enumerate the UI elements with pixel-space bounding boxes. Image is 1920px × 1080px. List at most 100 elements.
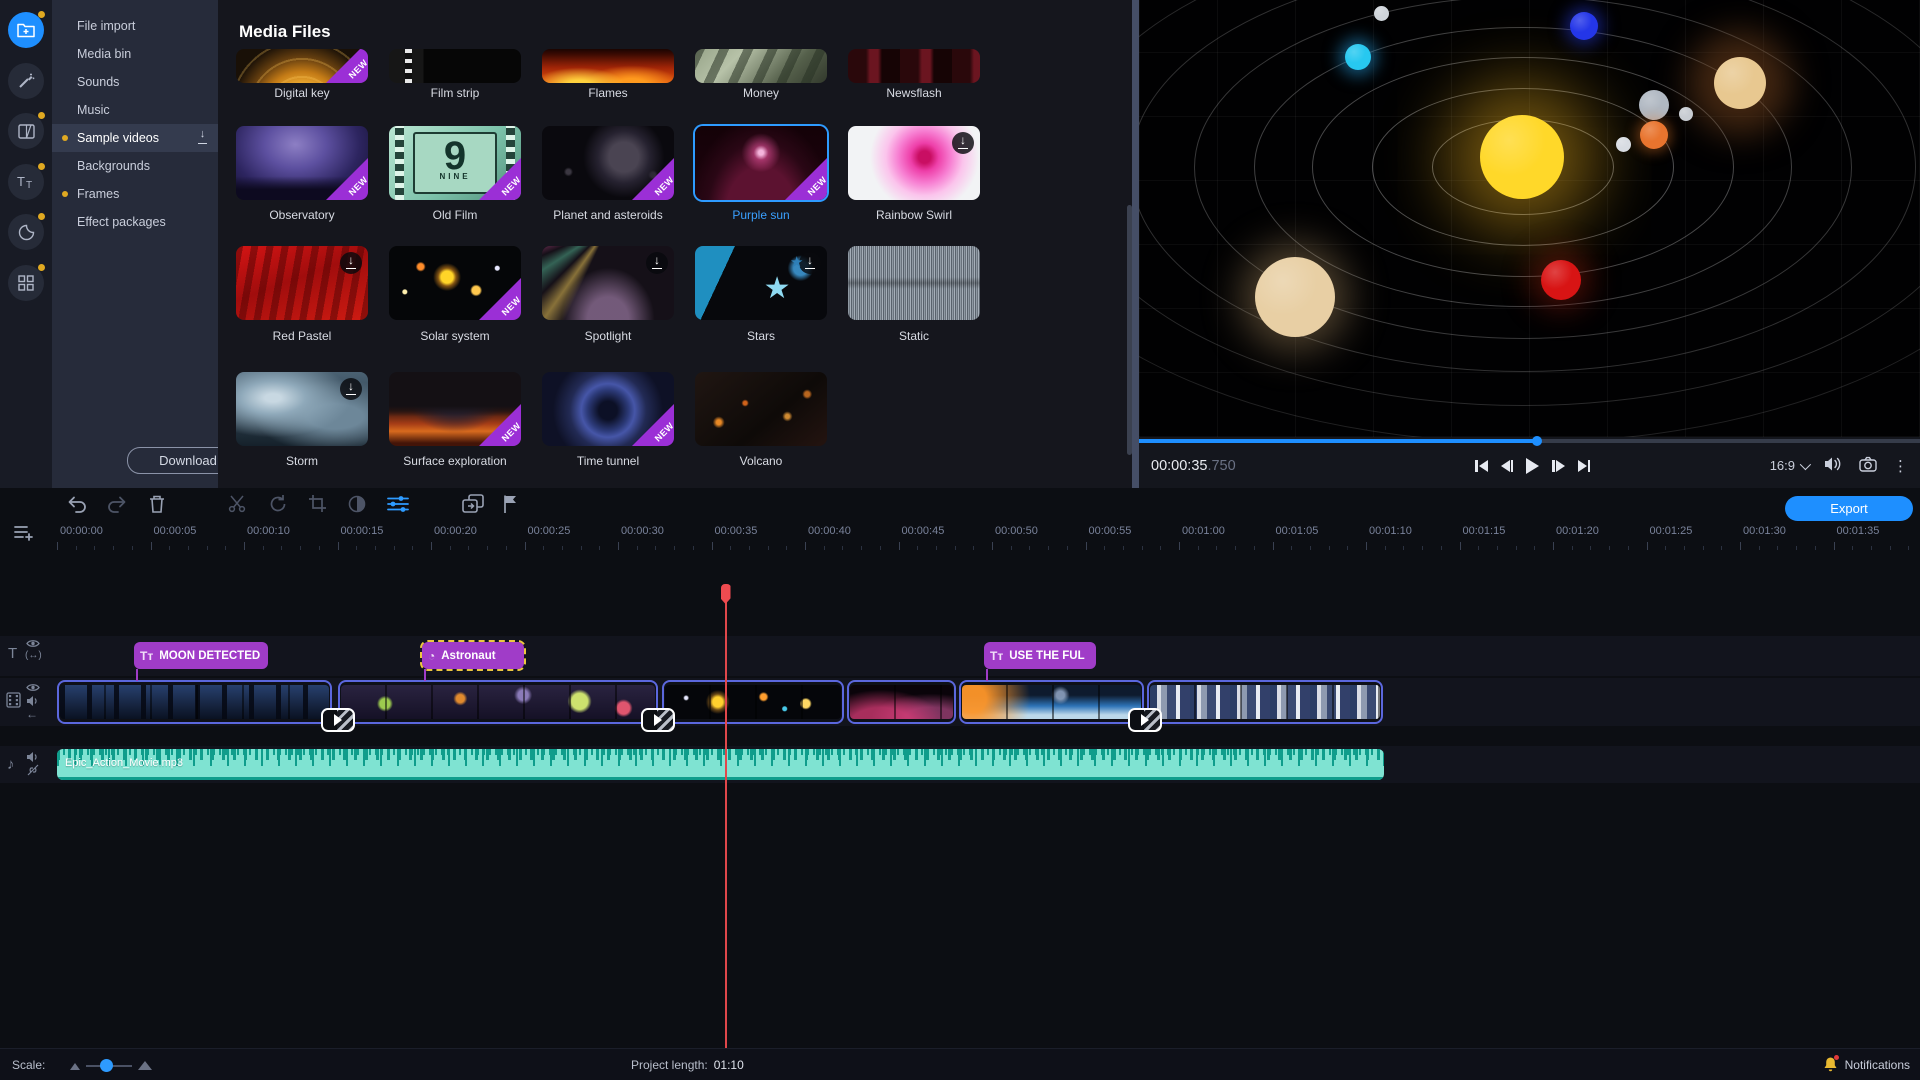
title-clip-astronaut[interactable]: ◔Astronaut	[422, 642, 524, 669]
media-thumbnail[interactable]	[695, 372, 827, 446]
sidebar-item-media-bin[interactable]: Media bin	[52, 40, 218, 68]
media-thumbnail[interactable]	[542, 49, 674, 83]
media-thumbnail[interactable]	[848, 49, 980, 83]
zoom-out-icon[interactable]	[70, 1063, 80, 1070]
video-track-visibility-eye-icon[interactable]	[26, 682, 40, 696]
media-thumbnail[interactable]: NEW	[542, 372, 674, 446]
crop-icon[interactable]	[308, 494, 327, 517]
ruler-label: 00:00:05	[154, 525, 197, 537]
ruler-major-tick	[1273, 542, 1274, 550]
sidebar-tool-titles-icon[interactable]: TT	[8, 164, 44, 200]
sidebar-tool-more-tools-icon[interactable]	[8, 265, 44, 301]
zoom-in-icon[interactable]	[138, 1061, 152, 1070]
title-clip-moon-detected[interactable]: TтMOON DETECTED	[134, 642, 268, 669]
rotate-icon[interactable]	[268, 494, 288, 517]
media-thumbnail[interactable]: NEW	[236, 49, 368, 83]
undo-icon[interactable]	[66, 494, 88, 517]
title-clip-use-the-ful[interactable]: TтUSE THE FUL	[984, 642, 1096, 669]
sidebar-item-backgrounds[interactable]: Backgrounds	[52, 152, 218, 180]
download-badge[interactable]: ↓	[340, 378, 362, 400]
ruler-label: 00:00:10	[247, 525, 290, 537]
preview-menu-icon[interactable]: ⋮	[1893, 457, 1908, 475]
audio-clip[interactable]: Epic_Action_Movie.mp3	[57, 749, 1384, 780]
scale-slider-handle[interactable]	[100, 1059, 113, 1072]
earth-satellite-clip[interactable]	[959, 680, 1144, 724]
import-icon	[17, 22, 35, 38]
sidebar-item-label: Music	[77, 103, 110, 117]
media-item-label: Surface exploration	[389, 454, 521, 468]
solar-system-clip[interactable]	[662, 680, 844, 724]
sidebar-item-frames[interactable]: Frames	[52, 180, 218, 208]
purple-sun-clip[interactable]	[847, 680, 956, 724]
time-ruler[interactable]: 00:00:0000:00:0500:00:1000:00:1500:00:20…	[0, 522, 1920, 550]
media-thumbnail[interactable]: ↓	[695, 246, 827, 320]
laboratory-clip[interactable]	[1147, 680, 1383, 724]
media-thumbnail[interactable]: NEW	[542, 126, 674, 200]
media-thumbnail[interactable]: ↓	[236, 246, 368, 320]
next-frame-button[interactable]	[1552, 460, 1565, 472]
download-badge[interactable]: ↓	[799, 252, 821, 274]
marker-flag-icon[interactable]	[502, 494, 518, 517]
skip-start-button[interactable]	[1475, 460, 1488, 472]
playhead[interactable]	[725, 584, 727, 1080]
media-item-label: Film strip	[389, 86, 521, 100]
sidebar-item-sounds[interactable]: Sounds	[52, 68, 218, 96]
overlay-icon[interactable]	[462, 494, 484, 517]
sidebar-item-music[interactable]: Music	[52, 96, 218, 124]
ruler-major-tick	[1179, 542, 1180, 550]
color-adjust-icon[interactable]	[347, 494, 367, 517]
new-badge: NEW	[326, 49, 368, 83]
media-thumbnail[interactable]	[848, 246, 980, 320]
observatory-clip[interactable]	[57, 680, 332, 724]
sidebar-item-effect-packages[interactable]: Effect packages	[52, 208, 218, 236]
export-button[interactable]: Export	[1785, 496, 1913, 521]
delete-icon[interactable]	[148, 494, 166, 517]
sidebar-item-label: Sample videos	[77, 131, 159, 145]
playhead-pin[interactable]	[721, 584, 731, 604]
skip-end-button[interactable]	[1578, 460, 1591, 472]
sidebar-tool-stickers-icon[interactable]	[8, 214, 44, 250]
titles-icon: Tт	[990, 649, 1003, 663]
sidebar-item-sample-videos[interactable]: Sample videos ↓	[52, 124, 218, 152]
media-thumbnail[interactable]: 9NINENEW	[389, 126, 521, 200]
media-thumbnail[interactable]: NEW	[695, 126, 827, 200]
audio-track-unlink-icon[interactable]	[26, 764, 40, 779]
download-badge[interactable]: ↓	[340, 252, 362, 274]
sidebar-item-file-import[interactable]: File import	[52, 12, 218, 40]
ruler-label: 00:00:50	[995, 525, 1038, 537]
media-thumbnail[interactable]: ↓	[236, 372, 368, 446]
media-thumbnail[interactable]: NEW	[389, 372, 521, 446]
sidebar-tool-import-icon[interactable]	[8, 12, 44, 48]
media-thumbnail[interactable]: ↓	[848, 126, 980, 200]
sidebar-tool-transitions-icon[interactable]	[8, 113, 44, 149]
split-scissors-icon[interactable]	[228, 494, 246, 517]
aspect-ratio-dropdown[interactable]: 16:9	[1770, 458, 1808, 473]
redo-icon[interactable]	[106, 494, 128, 517]
media-thumbnail[interactable]	[695, 49, 827, 83]
download-badge[interactable]: ↓	[952, 132, 974, 154]
sidebar-tool-filters-wand-icon[interactable]	[8, 63, 44, 99]
transition-icon[interactable]	[641, 708, 675, 732]
previous-frame-button[interactable]	[1501, 460, 1514, 472]
media-thumbnail[interactable]: NEW	[389, 246, 521, 320]
transition-icon[interactable]	[321, 708, 355, 732]
download-icon: ↓	[197, 132, 208, 144]
add-track-icon[interactable]	[14, 524, 36, 545]
download-badge[interactable]: ↓	[646, 252, 668, 274]
title-track-link-icon[interactable]: (↔)	[25, 650, 42, 661]
notifications-button[interactable]: Notifications	[1823, 1056, 1910, 1073]
space-nebula-clip[interactable]	[338, 680, 658, 724]
snapshot-camera-icon[interactable]	[1859, 456, 1877, 475]
panel-splitter[interactable]	[1132, 0, 1139, 488]
media-item-label: Spotlight	[542, 329, 674, 343]
media-thumbnail[interactable]	[389, 49, 521, 83]
video-track-arrow-icon[interactable]: ←	[26, 707, 38, 721]
transition-icon[interactable]	[1128, 708, 1162, 732]
volume-icon[interactable]	[1824, 456, 1843, 475]
clip-properties-icon[interactable]	[386, 494, 410, 517]
media-thumbnail[interactable]: NEW	[236, 126, 368, 200]
media-thumbnail[interactable]: ↓	[542, 246, 674, 320]
play-button[interactable]	[1526, 458, 1539, 474]
media-item-label: Newsflash	[848, 86, 980, 100]
video-preview[interactable]	[1139, 0, 1920, 437]
